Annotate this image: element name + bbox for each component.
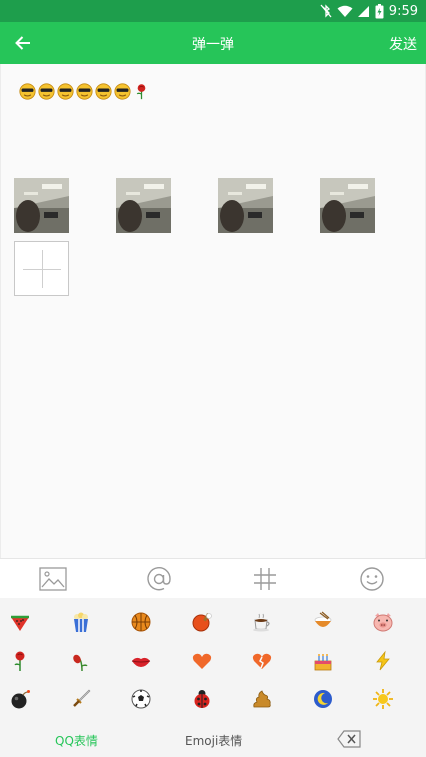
basketball-icon: [131, 612, 151, 632]
cool-face-icon: [76, 82, 93, 100]
emoji-ping-pong[interactable]: [187, 607, 217, 637]
soccer-ball-icon: [131, 689, 151, 709]
emoji-lightning[interactable]: [368, 646, 398, 676]
app-bar: 弹一弹 发送: [0, 22, 426, 64]
image-icon: [39, 567, 67, 591]
watermelon-icon: [11, 615, 29, 631]
backspace-icon: [337, 730, 361, 748]
smiley-icon: [360, 567, 384, 591]
photo-thumbnail[interactable]: [116, 178, 171, 233]
status-time: 9:59: [388, 3, 418, 19]
ladybug-icon: [194, 690, 210, 708]
post-text-input[interactable]: [19, 81, 150, 101]
emoji-wilted-flower[interactable]: [66, 646, 96, 676]
emoji-sun[interactable]: [368, 684, 398, 714]
bomb-icon: [11, 690, 30, 709]
moon-icon: [314, 690, 332, 708]
emoji-bomb[interactable]: [5, 684, 35, 714]
sun-icon: [373, 689, 393, 709]
hashtag-icon: [254, 568, 276, 590]
tab-emoji[interactable]: Emoji表情: [185, 732, 242, 749]
dagger-icon: [73, 689, 91, 707]
bluetooth-off-icon: [320, 4, 332, 18]
cool-face-icon: [38, 82, 55, 100]
emoji-panel: [0, 598, 426, 724]
lips-icon: [131, 657, 151, 667]
emoji-soccer-ball[interactable]: [126, 684, 156, 714]
image-button[interactable]: [39, 566, 67, 592]
send-button[interactable]: 发送: [389, 34, 417, 54]
photo-image: [218, 178, 273, 233]
emoji-rose[interactable]: [5, 646, 35, 676]
emoji-watermelon[interactable]: [5, 607, 35, 637]
photo-image: [320, 178, 375, 233]
cool-face-icon: [19, 82, 36, 100]
add-photo-button[interactable]: [14, 241, 69, 296]
signal-icon: [357, 5, 369, 17]
tab-qq-emoji[interactable]: QQ表情: [55, 732, 98, 749]
heart-icon: [192, 653, 212, 669]
rose-icon: [136, 83, 146, 99]
cool-face-icon: [95, 82, 112, 100]
status-bar: 9:59: [0, 0, 426, 22]
page-title: 弹一弹: [192, 37, 234, 53]
rice-bowl-icon: [314, 611, 332, 627]
wilted-flower-icon: [73, 654, 88, 672]
backspace-button[interactable]: [337, 730, 361, 748]
compose-area[interactable]: [0, 64, 426, 558]
wifi-icon: [337, 5, 353, 17]
emoji-tab-bar: QQ表情 Emoji表情: [0, 724, 426, 757]
coffee-icon: [253, 613, 270, 632]
ping-pong-icon: [192, 613, 212, 632]
emoji-button[interactable]: [358, 566, 386, 592]
mention-button[interactable]: [145, 566, 173, 592]
status-icons: 9:59: [320, 2, 418, 20]
cool-face-icon: [57, 82, 74, 100]
emoji-popcorn[interactable]: [66, 607, 96, 637]
emoji-dagger[interactable]: [66, 684, 96, 714]
emoji-basketball[interactable]: [126, 607, 156, 637]
popcorn-icon: [74, 612, 88, 632]
emoji-broken-heart[interactable]: [247, 646, 277, 676]
pig-face-icon: [373, 613, 393, 632]
poop-icon: [253, 690, 271, 708]
emoji-rice-bowl[interactable]: [308, 607, 338, 637]
photo-image: [14, 178, 69, 233]
emoji-lips[interactable]: [126, 646, 156, 676]
emoji-ladybug[interactable]: [187, 684, 217, 714]
rose-icon: [14, 651, 25, 671]
cake-icon: [314, 654, 332, 671]
photo-thumbnail[interactable]: [320, 178, 375, 233]
photo-thumbnail[interactable]: [218, 178, 273, 233]
cool-face-icon: [114, 82, 131, 100]
broken-heart-icon: [252, 653, 272, 669]
photo-thumbnail[interactable]: [14, 178, 69, 233]
photo-image: [116, 178, 171, 233]
emoji-coffee[interactable]: [247, 607, 277, 637]
emoji-heart[interactable]: [187, 646, 217, 676]
emoji-cake[interactable]: [308, 646, 338, 676]
lightning-icon: [376, 650, 390, 671]
hashtag-button[interactable]: [251, 566, 279, 592]
compose-toolbar: [0, 558, 426, 598]
emoji-poop[interactable]: [247, 684, 277, 714]
emoji-moon[interactable]: [308, 684, 338, 714]
battery-icon: [375, 3, 384, 18]
at-icon: [147, 567, 171, 591]
emoji-pig-face[interactable]: [368, 607, 398, 637]
